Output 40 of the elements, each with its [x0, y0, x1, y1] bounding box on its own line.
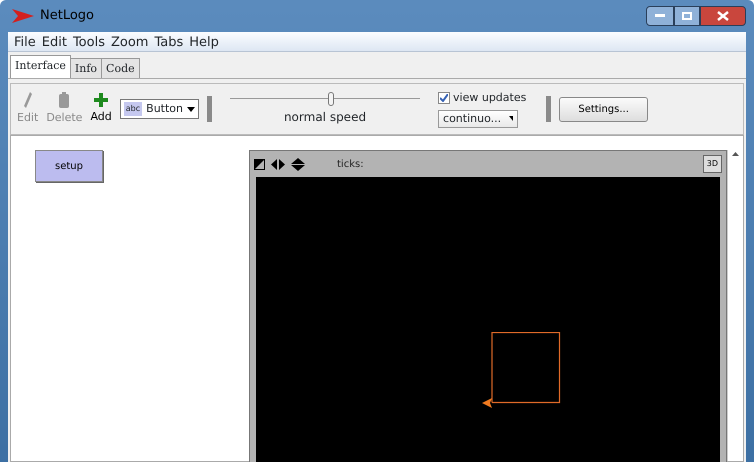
toolbar-separator: [546, 96, 552, 122]
close-icon: [717, 11, 729, 21]
tab[interactable]: Code: [101, 58, 140, 78]
setup-button[interactable]: setup: [35, 150, 103, 182]
menu-item[interactable]: Edit: [38, 32, 70, 51]
menu-item[interactable]: Tabs: [151, 32, 186, 51]
maximize-button[interactable]: [674, 6, 700, 26]
trash-icon: [59, 92, 70, 108]
add-button[interactable]: Add: [90, 92, 112, 126]
3d-button[interactable]: 3D: [702, 155, 722, 173]
settings-button[interactable]: Settings...: [559, 96, 648, 122]
caret-icon: [187, 106, 196, 112]
app-logo-icon: [12, 9, 34, 23]
pencil-icon: [24, 92, 32, 108]
maximize-icon: [682, 12, 692, 20]
menu-item[interactable]: File: [11, 32, 39, 51]
checkmark-icon: [440, 94, 448, 102]
menu-item[interactable]: Help: [186, 32, 222, 51]
tab[interactable]: Interface: [10, 55, 71, 78]
horizontal-arrows-icon: [271, 158, 285, 170]
toolbar-separator: [207, 96, 212, 122]
view-updates-checkbox[interactable]: view updates: [438, 90, 526, 106]
widget-chooser[interactable]: abc Button: [120, 98, 200, 120]
close-button[interactable]: [700, 6, 746, 26]
tab[interactable]: Info: [70, 58, 102, 78]
widget-type-icon: abc: [124, 102, 142, 116]
minimize-button[interactable]: [646, 6, 674, 26]
vertical-arrows-icon: [291, 158, 305, 170]
menu-item[interactable]: Zoom: [108, 32, 152, 51]
speed-label: normal speed: [284, 109, 366, 126]
scroll-up-icon[interactable]: [732, 152, 739, 156]
plus-icon: [94, 92, 108, 107]
update-mode-dropdown[interactable]: continuo...: [438, 110, 518, 128]
ticks-label: ticks:: [337, 158, 364, 172]
resize-icon: [254, 158, 265, 170]
minimize-icon: [655, 14, 665, 18]
menu-item[interactable]: Tools: [70, 32, 108, 51]
speed-slider[interactable]: [230, 92, 420, 106]
window-title: NetLogo: [40, 7, 94, 26]
caret-icon: [509, 116, 514, 122]
